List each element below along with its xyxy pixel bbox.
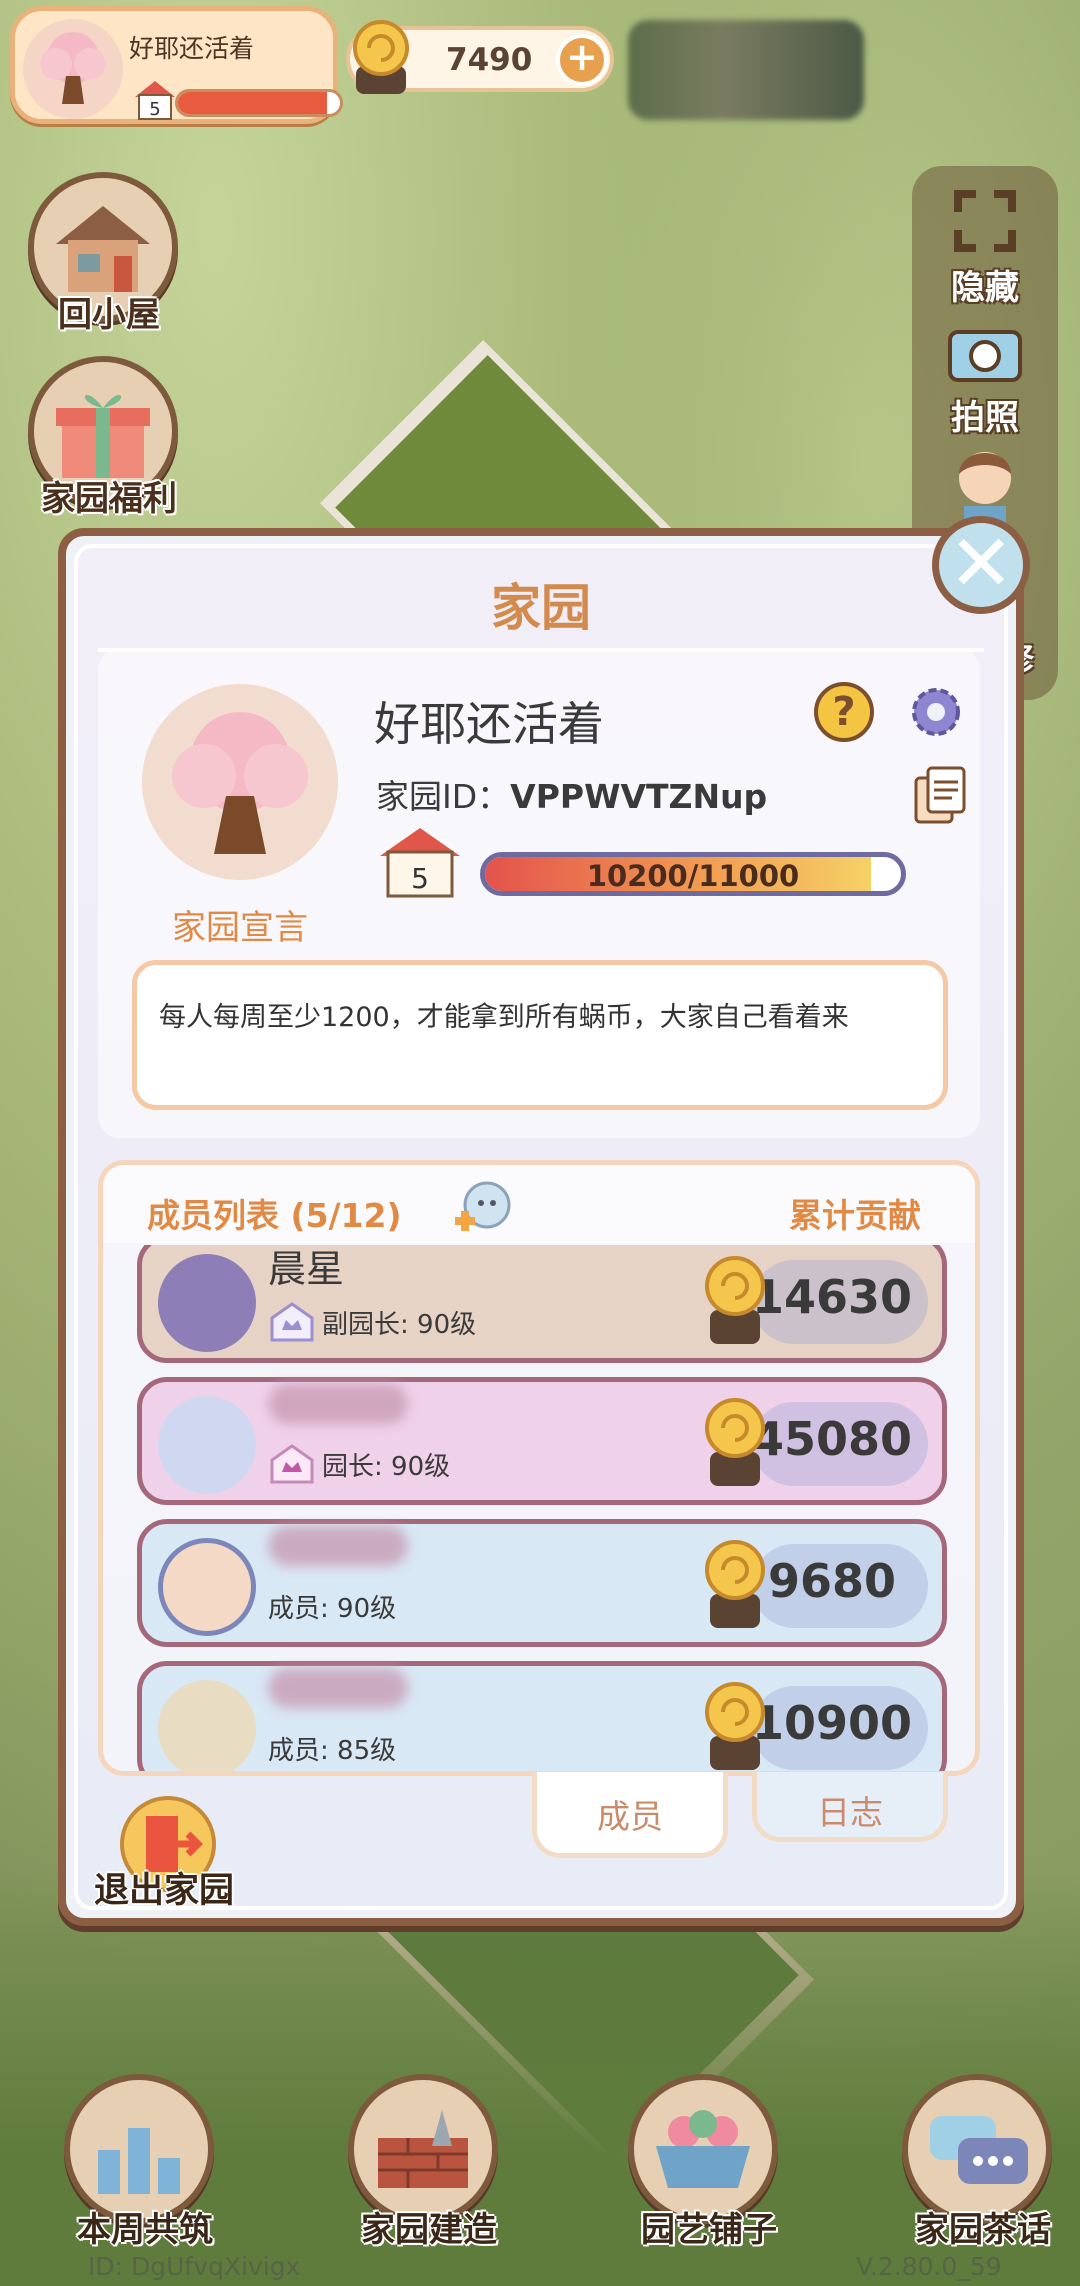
- member-role: 园长: 90级: [322, 1452, 451, 1482]
- camera-icon: [948, 330, 1022, 382]
- member-list-title: 成员列表 (5/12): [147, 1196, 402, 1235]
- cherry-tree-icon: [172, 712, 308, 854]
- home-avatar: [142, 684, 338, 880]
- member-role: 成员: 90级: [268, 1594, 397, 1624]
- declaration-label: 家园宣言: [172, 908, 308, 948]
- close-button[interactable]: ✕: [932, 516, 1030, 614]
- leader-badge-icon: [270, 1444, 314, 1484]
- tab-members[interactable]: 成员: [532, 1772, 728, 1858]
- player-level: 5: [149, 99, 160, 120]
- home-id-label: 家园ID：: [376, 777, 511, 816]
- player-avatar: [23, 19, 123, 119]
- hide-label: 隐藏: [951, 268, 1019, 308]
- home-exp-text: 10200/11000: [586, 859, 800, 893]
- snail-coin-icon: [705, 1256, 765, 1344]
- snail-coin-icon: [705, 1682, 765, 1770]
- home-chat-label: 家园茶话: [915, 2210, 1051, 2250]
- weekly-build-button[interactable]: 本周共筑: [64, 2074, 214, 2250]
- member-list-header: 成员列表 (5/12) 累计贡献: [103, 1165, 975, 1243]
- player-exp-bar: [175, 89, 343, 117]
- add-member-icon[interactable]: [449, 1177, 513, 1237]
- exit-home-label: 退出家园: [94, 1871, 235, 1911]
- home-build-label: 家园建造: [361, 2210, 497, 2250]
- contribution-header: 累计贡献: [789, 1196, 921, 1235]
- member-row[interactable]: 成员: 85级 10900: [137, 1661, 947, 1771]
- member-name-blurred: [268, 1668, 408, 1708]
- photo-label: 拍照: [951, 398, 1019, 438]
- hide-button[interactable]: 隐藏: [912, 186, 1058, 309]
- settings-gear-icon[interactable]: [904, 680, 968, 744]
- tab-log[interactable]: 日志: [752, 1772, 948, 1842]
- snail-coin-icon: [705, 1540, 765, 1628]
- snail-coin-icon: [705, 1398, 765, 1486]
- member-row[interactable]: 晨星 副园长: 90级 14630: [137, 1245, 947, 1363]
- member-list: 成员列表 (5/12) 累计贡献 晨星 副园长: 90级 14630 园长: 9…: [98, 1160, 980, 1776]
- photo-button[interactable]: 拍照: [912, 316, 1058, 439]
- member-role: 副园长: 90级: [322, 1310, 477, 1340]
- member-name-blurred: [268, 1384, 408, 1424]
- welfare-button[interactable]: 家园福利: [28, 356, 178, 519]
- member-row[interactable]: 成员: 90级 9680: [137, 1519, 947, 1647]
- player-exp-fill: [178, 92, 328, 114]
- declaration-box: 每人每周至少1200，才能拿到所有蜗币，大家自己看着来: [132, 960, 948, 1110]
- copy-icon[interactable]: [912, 764, 968, 826]
- home-exp-bar: 10200/11000: [480, 852, 906, 896]
- garden-shop-label: 园艺铺子: [641, 2210, 777, 2250]
- member-name: 晨星: [268, 1247, 345, 1291]
- snail-coin-icon: [353, 20, 409, 94]
- member-role: 成员: 85级: [268, 1736, 397, 1766]
- player-name: 好耶还活着: [129, 34, 255, 63]
- house-level-icon: 5: [135, 81, 175, 120]
- welfare-label: 家园福利: [41, 479, 177, 519]
- user-id-text: ID: DgUfvqXivigx: [88, 2252, 301, 2281]
- home-id: 家园ID：VPPWVTZNup: [376, 770, 767, 818]
- home-build-button[interactable]: 家园建造: [348, 2074, 498, 2250]
- blurred-region: [628, 20, 864, 120]
- home-name: 好耶还活着: [374, 697, 604, 751]
- home-button[interactable]: 回小屋: [28, 172, 178, 335]
- cherry-tree-icon: [40, 32, 106, 104]
- home-level-icon: 5: [380, 828, 460, 898]
- planter-icon: [656, 2110, 750, 2188]
- member-name-blurred: [268, 1526, 408, 1566]
- member-avatar: [158, 1680, 256, 1771]
- member-rows: 晨星 副园长: 90级 14630 园长: 90级 45080 成员: 90级 …: [103, 1245, 975, 1771]
- home-level: 5: [411, 862, 429, 895]
- help-button[interactable]: ?: [814, 682, 874, 742]
- home-id-value: VPPWVTZNup: [510, 777, 768, 816]
- add-coin-button[interactable]: +: [556, 34, 608, 86]
- member-row[interactable]: 园长: 90级 45080: [137, 1377, 947, 1505]
- bricks-trowel-icon: [378, 2110, 468, 2188]
- member-avatar: [158, 1538, 256, 1636]
- fullscreen-icon: [954, 190, 1016, 252]
- member-avatar: [158, 1396, 256, 1494]
- home-chat-button[interactable]: 家园茶话: [902, 2074, 1052, 2250]
- bar-chart-icon: [98, 2128, 180, 2194]
- weekly-build-label: 本周共筑: [77, 2210, 213, 2250]
- version-text: V.2.80.0_59: [856, 2252, 1002, 2281]
- vice-leader-badge-icon: [270, 1302, 314, 1342]
- player-card[interactable]: 好耶还活着 5: [10, 6, 343, 124]
- home-label: 回小屋: [58, 295, 160, 335]
- garden-shop-button[interactable]: 园艺铺子: [628, 2074, 778, 2250]
- chat-bubbles-icon: [930, 2116, 1028, 2184]
- member-avatar: [158, 1254, 256, 1352]
- dialog-title: 家园: [491, 579, 591, 637]
- coin-value: 7490: [446, 42, 533, 78]
